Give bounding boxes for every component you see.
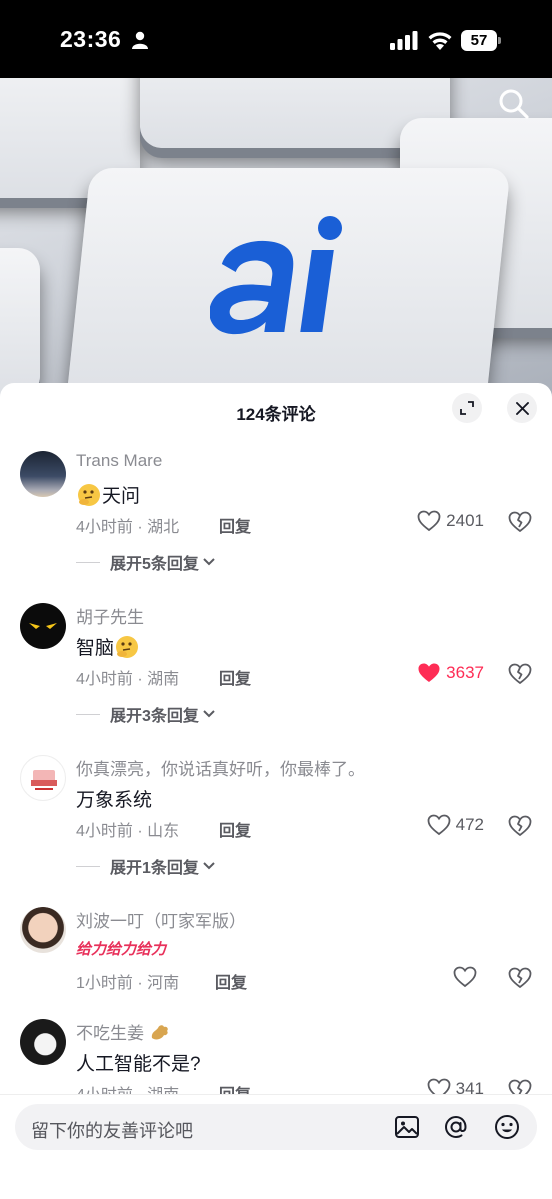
heart-icon (427, 814, 451, 836)
close-icon (515, 401, 529, 415)
fullscreen-button[interactable] (452, 393, 482, 423)
like-button[interactable] (453, 966, 482, 988)
battery-indicator: 57 (461, 30, 501, 51)
heart-icon (417, 510, 441, 532)
like-count: 472 (455, 815, 484, 834)
like-count: 3637 (446, 663, 484, 682)
fullscreen-icon (460, 401, 474, 415)
like-count: 2401 (446, 511, 484, 530)
expand-replies-button[interactable]: 展开5条回复 (76, 550, 216, 574)
status-bar: 23:36 57 (0, 0, 552, 78)
avatar[interactable] (20, 603, 66, 649)
wifi-icon (428, 32, 452, 50)
at-icon[interactable] (443, 1114, 469, 1140)
close-button[interactable] (507, 393, 537, 423)
expand-replies-button[interactable]: 展开3条回复 (76, 702, 216, 726)
expand-replies-label: 展开1条回复 (110, 860, 199, 877)
comment-meta: 4小时前 · 湖南 (76, 671, 180, 688)
comment-author[interactable]: 你真漂亮，你说话真好听，你最棒了。 (76, 755, 365, 780)
comment-item: 胡子先生 智脑 4小时前 · 湖南 回复 3637 展开3条回复 (0, 603, 552, 733)
avatar[interactable] (20, 755, 66, 801)
comment-text-content: 天问 (102, 486, 141, 507)
reply-button[interactable]: 回复 (219, 817, 251, 841)
comment-author[interactable]: 不吃生姜 (76, 1019, 171, 1044)
heart-icon (453, 966, 477, 988)
signal-icon (390, 31, 418, 50)
comment-text-content: 人工智能不是? (76, 1054, 201, 1075)
comment-author[interactable]: 刘波一叮（叮家军版） (76, 907, 246, 932)
comment-text-content: 智脑 (76, 638, 115, 659)
reply-button[interactable]: 回复 (219, 665, 251, 689)
ai-key-logo (210, 216, 342, 335)
status-time: 23:36 (60, 26, 122, 52)
comment-input-bar: 留下你的友善评论吧 (0, 1094, 552, 1199)
comment-panel: 124条评论 Trans Mare 天问 4小时前 · 湖北 回复 2401 展… (0, 383, 552, 1199)
chevron-down-icon (203, 710, 215, 718)
expand-replies-button[interactable]: 展开1条回复 (76, 854, 216, 878)
comment-text: 智脑 (76, 633, 140, 660)
avatar[interactable] (20, 451, 66, 497)
person-icon (132, 31, 148, 49)
avatar-cake-icon (31, 770, 57, 790)
emoji-icon[interactable] (494, 1114, 520, 1140)
comment-text: 万象系统 (76, 785, 152, 812)
comment-author[interactable]: Trans Mare (76, 451, 162, 471)
thinking-emoji-icon (116, 635, 139, 658)
avatar[interactable] (20, 1019, 66, 1065)
avatar[interactable] (20, 907, 66, 953)
reply-button[interactable]: 回复 (215, 969, 247, 993)
comment-meta: 1小时前 · 河南 (76, 975, 180, 992)
comment-meta: 4小时前 · 湖北 (76, 519, 180, 536)
search-icon[interactable] (498, 88, 530, 120)
chevron-down-icon (203, 862, 215, 870)
expand-replies-label: 展开3条回复 (110, 708, 199, 725)
expand-replies-label: 展开5条回复 (110, 556, 199, 573)
thinking-emoji-icon (78, 483, 100, 506)
like-button[interactable]: 3637 (417, 662, 484, 684)
broken-heart-icon[interactable] (508, 510, 532, 534)
comment-item: 刘波一叮（叮家军版） 给力给力给力 1小时前 · 河南 回复 (0, 907, 552, 1007)
comment-item: Trans Mare 天问 4小时前 · 湖北 回复 2401 展开5条回复 (0, 451, 552, 581)
like-button[interactable]: 472 (427, 814, 484, 836)
comment-item: 你真漂亮，你说话真好听，你最棒了。 万象系统 4小时前 · 山东 回复 472 … (0, 755, 552, 885)
comment-author[interactable]: 胡子先生 (76, 603, 144, 628)
avatar-eyes-icon (29, 623, 57, 629)
like-button[interactable]: 2401 (417, 510, 484, 532)
comment-sticker-text: 给力给力给力 (76, 941, 167, 958)
comment-meta: 4小时前 · 山东 (76, 823, 180, 840)
comment-input-placeholder: 留下你的友善评论吧 (31, 1121, 193, 1141)
comment-text: 给力给力给力 (76, 938, 166, 959)
comment-text: 人工智能不是? (76, 1049, 201, 1076)
comment-text-content: 万象系统 (76, 790, 153, 811)
broken-heart-icon[interactable] (508, 662, 532, 686)
comment-input[interactable]: 留下你的友善评论吧 (15, 1104, 537, 1150)
battery-level: 57 (461, 30, 497, 51)
comment-text: 天问 (76, 481, 140, 508)
video-player[interactable] (0, 78, 552, 398)
broken-heart-icon[interactable] (508, 966, 532, 990)
image-icon[interactable] (394, 1114, 420, 1140)
chevron-down-icon (203, 558, 215, 566)
ginger-emoji-icon (151, 1025, 168, 1040)
heart-filled-icon (418, 663, 440, 682)
comment-item: 不吃生姜 人工智能不是? 4小时前 · 湖南 回复 341 (0, 1019, 552, 1099)
reply-button[interactable]: 回复 (219, 513, 251, 537)
broken-heart-icon[interactable] (508, 814, 532, 838)
